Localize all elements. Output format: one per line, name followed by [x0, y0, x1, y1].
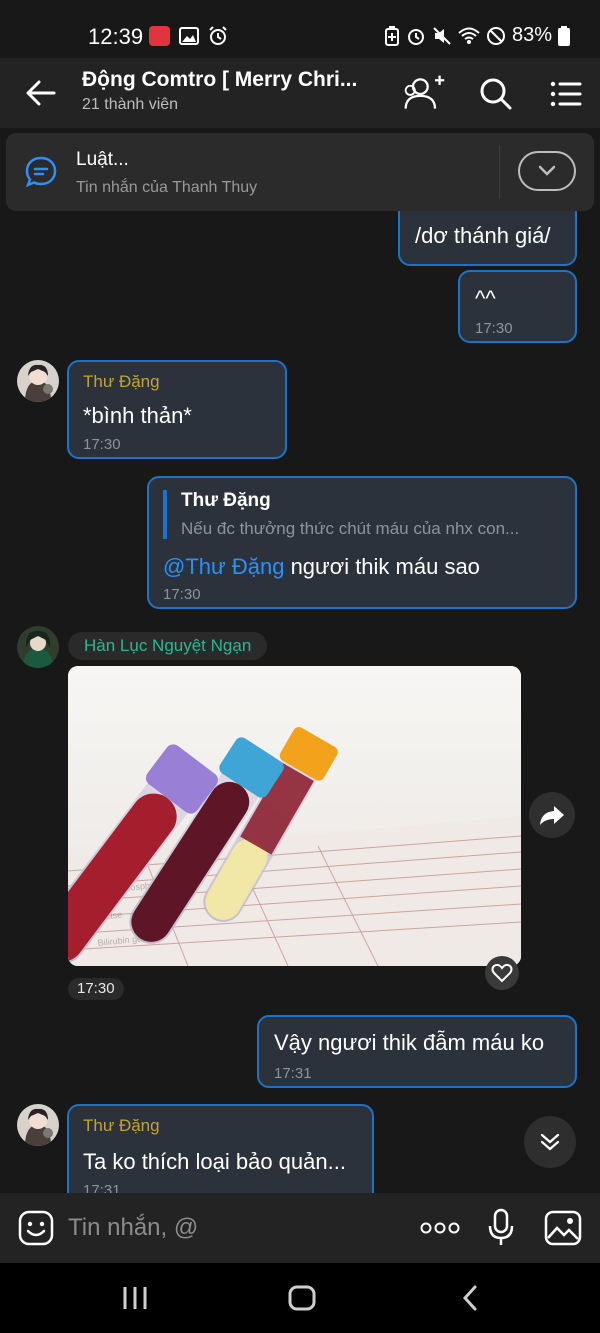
- message-text: ^^: [475, 286, 496, 311]
- message-bubble-icon: [25, 156, 57, 188]
- double-chevron-down-icon: [540, 1133, 560, 1151]
- battery-icon: [558, 25, 570, 46]
- pinned-divider: [499, 145, 500, 199]
- message-bubble-outgoing[interactable]: ^^ 17:30: [458, 270, 577, 343]
- mute-icon: [433, 26, 451, 45]
- message-time: 17:30: [163, 586, 201, 603]
- message-text: /dơ thánh giá/: [415, 223, 551, 248]
- home-icon[interactable]: [287, 1284, 317, 1312]
- heart-icon: [491, 963, 513, 983]
- battery-percent: 83%: [511, 24, 552, 46]
- back-arrow-icon[interactable]: [22, 74, 60, 112]
- wifi-icon: [458, 27, 480, 44]
- chat-header: Động Comtro [ Merry Chri... 21 thành viê…: [0, 58, 600, 128]
- group-title[interactable]: Động Comtro [ Merry Chri...: [82, 68, 372, 92]
- message-time: 17:31: [83, 1182, 121, 1193]
- gallery-icon: [179, 27, 199, 45]
- message-image[interactable]: alkalische Phosphatase Amylase Bilirubin…: [68, 666, 521, 966]
- status-time: 12:39: [88, 24, 144, 49]
- image-picker-icon[interactable]: [544, 1210, 582, 1246]
- message-bubble-outgoing[interactable]: Thư Đặng Nếu đc thưởng thức chút máu của…: [147, 476, 577, 609]
- message-bubble-outgoing[interactable]: Vậy ngươi thik đẫm máu ko 17:31: [257, 1015, 577, 1088]
- pinned-title: Luật...: [76, 149, 129, 170]
- status-bar: 12:39 83%: [0, 0, 600, 58]
- no-disturb-icon: [486, 26, 505, 45]
- scroll-to-bottom-button[interactable]: [524, 1116, 576, 1168]
- message-bubble-incoming[interactable]: Thư Đặng *bình thản* 17:30: [67, 360, 287, 459]
- battery-saver-icon: [384, 25, 399, 46]
- avatar[interactable]: [17, 626, 59, 668]
- message-text: Vậy ngươi thik đẫm máu ko: [274, 1030, 545, 1055]
- alarm-icon: [407, 28, 424, 45]
- message-text: Ta ko thích loại bảo quản...: [83, 1149, 346, 1174]
- pinned-message-bar[interactable]: Luật... Tin nhắn của Thanh Thuy: [6, 133, 594, 211]
- message-time: 17:30: [83, 436, 121, 453]
- search-icon[interactable]: [474, 72, 518, 116]
- share-button[interactable]: [529, 792, 575, 838]
- message-list[interactable]: /dơ thánh giá/ ^^ 17:30 Thư Đặng *bình t…: [0, 211, 600, 1193]
- sender-name[interactable]: Hàn Lục Nguyệt Ngạn: [68, 632, 268, 660]
- alarm-icon: [209, 26, 227, 45]
- back-nav-icon[interactable]: [458, 1284, 482, 1312]
- message-text: *bình thản*: [83, 403, 192, 428]
- menu-list-icon[interactable]: [544, 72, 588, 116]
- message-text: @Thư Đặng ngươi thik máu sao: [163, 554, 480, 580]
- mangatoon-app-icon: [149, 26, 170, 46]
- reply-quote[interactable]: Thư Đặng Nếu đc thưởng thức chút máu của…: [163, 490, 563, 539]
- avatar[interactable]: [17, 1104, 59, 1146]
- expand-pinned-button[interactable]: [518, 151, 576, 191]
- sender-name[interactable]: Thư Đặng: [83, 372, 160, 392]
- like-button[interactable]: [485, 956, 519, 990]
- more-options-icon[interactable]: [419, 1218, 461, 1238]
- member-count[interactable]: 21 thành viên: [82, 96, 178, 114]
- user-mention[interactable]: @Thư Đặng: [163, 554, 284, 579]
- message-bubble-outgoing[interactable]: /dơ thánh giá/: [398, 211, 577, 266]
- microphone-icon[interactable]: [486, 1208, 516, 1248]
- avatar[interactable]: [17, 360, 59, 402]
- message-bubble-incoming[interactable]: Thư Đặng Ta ko thích loại bảo quản... 17…: [67, 1104, 374, 1193]
- message-time: 17:30: [475, 320, 513, 337]
- pinned-subtitle: Tin nhắn của Thanh Thuy: [76, 179, 258, 196]
- message-composer: Tin nhắn, @: [0, 1193, 600, 1263]
- system-navigation-bar: [0, 1263, 600, 1333]
- emoji-sticker-icon[interactable]: [18, 1210, 54, 1246]
- chat-screen: 12:39 83% Động Comtro [ Merry Chri... 21…: [0, 0, 600, 1333]
- message-time: 17:31: [274, 1065, 312, 1082]
- recent-apps-icon[interactable]: [120, 1285, 150, 1311]
- share-arrow-icon: [540, 806, 564, 825]
- add-member-icon[interactable]: [402, 72, 446, 116]
- reply-text: Nếu đc thưởng thức chút máu của nhx con.…: [181, 519, 520, 538]
- message-text-body: ngươi thik máu sao: [284, 554, 480, 579]
- status-left-icons: [149, 26, 228, 46]
- status-right: 83%: [384, 24, 570, 47]
- chevron-down-icon: [538, 165, 556, 176]
- sender-name[interactable]: Thư Đặng: [83, 1116, 160, 1136]
- message-input[interactable]: Tin nhắn, @: [68, 1214, 198, 1242]
- reply-sender: Thư Đặng: [181, 490, 271, 511]
- message-time: 17:30: [68, 978, 124, 1000]
